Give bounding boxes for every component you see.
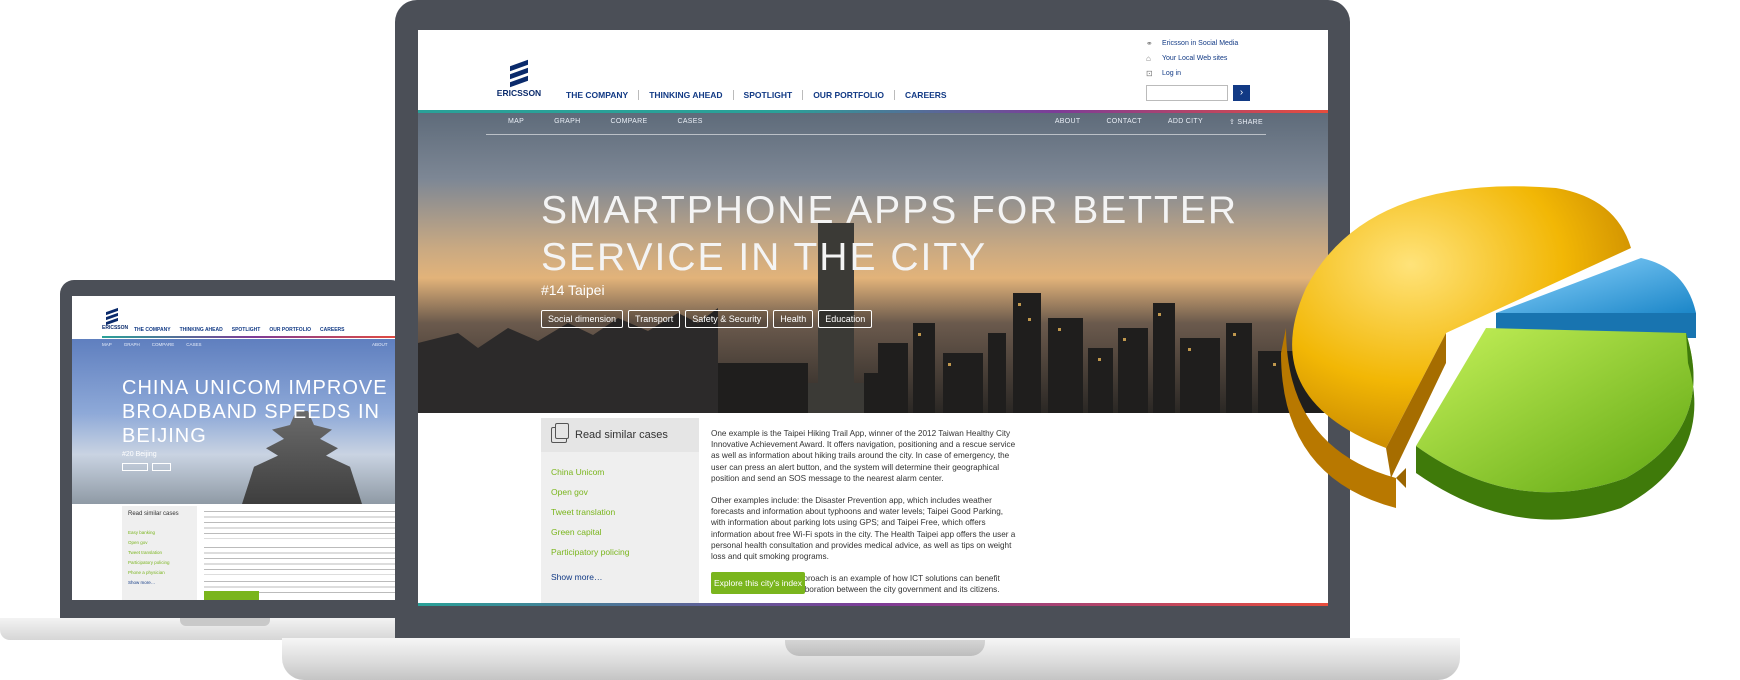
social-media-icon: ⚭ xyxy=(1146,38,1153,48)
hero-divider xyxy=(486,134,1266,135)
case-link-open-gov[interactable]: Open gov xyxy=(551,482,629,502)
ericsson-logo-small[interactable]: ERICSSON xyxy=(102,307,128,331)
subnav-compare[interactable]: COMPARE xyxy=(610,118,647,126)
sidebar-link[interactable]: Participatory policing xyxy=(128,558,170,568)
nav-our-portfolio[interactable]: OUR PORTFOLIO xyxy=(269,327,311,333)
subnav-compare[interactable]: COMPARE xyxy=(152,342,174,347)
secondary-body-text xyxy=(204,511,399,597)
subnav-about[interactable]: ABOUT xyxy=(372,342,388,347)
sidebar-link[interactable]: Phone a physician xyxy=(128,568,170,578)
case-link-china-unicom[interactable]: China Unicom xyxy=(551,462,629,482)
subnav-map[interactable]: MAP xyxy=(508,118,524,126)
sidebar-link[interactable]: Open gov xyxy=(128,538,170,548)
subnav-add-city[interactable]: ADD CITY xyxy=(1168,118,1203,126)
similar-cases-title: Read similar cases xyxy=(575,429,668,441)
documents-icon xyxy=(551,423,569,443)
main-laptop-screen: ERICSSON THE COMPANY THINKING AHEAD SPOT… xyxy=(418,30,1328,606)
similar-cases-header: Read similar cases xyxy=(541,418,699,452)
hero-title: SMARTPHONE APPS FOR BETTER SERVICE IN TH… xyxy=(541,189,1239,279)
subnav-graph[interactable]: GRAPH xyxy=(554,118,580,126)
subnav-cases[interactable]: CASES xyxy=(186,342,201,347)
secondary-laptop-screen: ERICSSON THE COMPANY THINKING AHEAD SPOT… xyxy=(72,296,405,600)
secondary-sub-nav: MAP GRAPH COMPARE CASES xyxy=(102,342,201,347)
hero-city-rank: #14 Taipei xyxy=(541,282,605,298)
subnav-cases[interactable]: CASES xyxy=(677,118,702,126)
case-link-tweet-translation[interactable]: Tweet translation xyxy=(551,502,629,522)
secondary-tag[interactable] xyxy=(122,463,148,471)
nav-thinking-ahead[interactable]: THINKING AHEAD xyxy=(649,90,722,100)
footer-color-rule xyxy=(418,603,1328,606)
link-local-web-sites[interactable]: Your Local Web sites xyxy=(1162,51,1227,66)
link-social-media[interactable]: Ericsson in Social Media xyxy=(1162,36,1238,51)
ericsson-logo[interactable]: ERICSSON xyxy=(496,59,542,98)
link-log-in[interactable]: Log in xyxy=(1162,66,1181,81)
similar-cases-list: China Unicom Open gov Tweet translation … xyxy=(551,462,629,562)
article-paragraph: Other examples include: the Disaster Pre… xyxy=(711,496,1016,562)
nav-careers[interactable]: CAREERS xyxy=(905,90,947,100)
tag-health[interactable]: Health xyxy=(773,310,814,328)
hero-sub-nav: MAP GRAPH COMPARE CASES ABOUT CONTACT AD… xyxy=(508,118,1328,126)
secondary-hero-title: CHINA UNICOM IMPROVE BROADBAND SPEEDS IN… xyxy=(122,377,388,447)
article-paragraph: One example is the Taipei Hiking Trail A… xyxy=(711,429,1016,483)
secondary-sidebar-title: Read similar cases xyxy=(128,511,179,517)
share-label: SHARE xyxy=(1237,119,1263,126)
nav-thinking-ahead[interactable]: THINKING AHEAD xyxy=(180,327,223,333)
nav-our-portfolio[interactable]: OUR PORTFOLIO xyxy=(813,90,884,100)
pie-chart-graphic xyxy=(1281,186,1696,520)
main-laptop-notch xyxy=(785,640,985,656)
nav-the-company[interactable]: THE COMPANY xyxy=(134,327,171,333)
sidebar-show-more[interactable]: Show more… xyxy=(128,578,170,588)
subnav-about[interactable]: ABOUT xyxy=(1055,118,1081,126)
secondary-top-nav: THE COMPANY THINKING AHEAD SPOTLIGHT OUR… xyxy=(134,327,344,333)
tag-education[interactable]: Education xyxy=(818,310,873,328)
search-submit-button[interactable]: › xyxy=(1233,85,1250,101)
tag-safety-security[interactable]: Safety & Security xyxy=(685,310,769,328)
nav-the-company[interactable]: THE COMPANY xyxy=(566,90,628,100)
case-link-green-capital[interactable]: Green capital xyxy=(551,522,629,542)
lock-icon: ⊡ xyxy=(1146,68,1153,78)
secondary-sidebar-links: Easy banking Open gov Tweet translation … xyxy=(128,528,170,588)
top-nav: THE COMPANY THINKING AHEAD SPOTLIGHT OUR… xyxy=(566,90,947,100)
subnav-graph[interactable]: GRAPH xyxy=(124,342,140,347)
secondary-laptop-notch xyxy=(180,618,270,626)
subnav-contact[interactable]: CONTACT xyxy=(1106,118,1141,126)
tag-social-dimension[interactable]: Social dimension xyxy=(541,310,624,328)
secondary-color-rule xyxy=(102,336,405,338)
utility-links: ⚭ Ericsson in Social Media ⌂ Your Local We… xyxy=(1146,36,1238,81)
nav-spotlight[interactable]: SPOTLIGHT xyxy=(232,327,261,333)
secondary-cta-button[interactable] xyxy=(204,591,259,600)
secondary-tag[interactable] xyxy=(151,463,172,471)
nav-careers[interactable]: CAREERS xyxy=(320,327,344,333)
explore-index-button[interactable]: Explore this city's index xyxy=(711,572,805,594)
secondary-hero-rank: #20 Beijing xyxy=(122,451,157,458)
subnav-map[interactable]: MAP xyxy=(102,342,112,347)
tag-transport[interactable]: Transport xyxy=(628,310,681,328)
search-input[interactable] xyxy=(1146,85,1228,101)
sidebar-link[interactable]: Easy banking xyxy=(128,528,170,538)
globe-icon: ⌂ xyxy=(1146,53,1151,63)
hero-tag-row: Social dimension Transport Safety & Secu… xyxy=(541,310,873,328)
share-button[interactable]: ⇪ SHARE xyxy=(1229,118,1263,126)
show-more-link[interactable]: Show more… xyxy=(551,572,603,582)
sidebar-link[interactable]: Tweet translation xyxy=(128,548,170,558)
nav-spotlight[interactable]: SPOTLIGHT xyxy=(744,90,793,100)
case-link-participatory-policing[interactable]: Participatory policing xyxy=(551,542,629,562)
secondary-tag-row xyxy=(122,463,172,471)
